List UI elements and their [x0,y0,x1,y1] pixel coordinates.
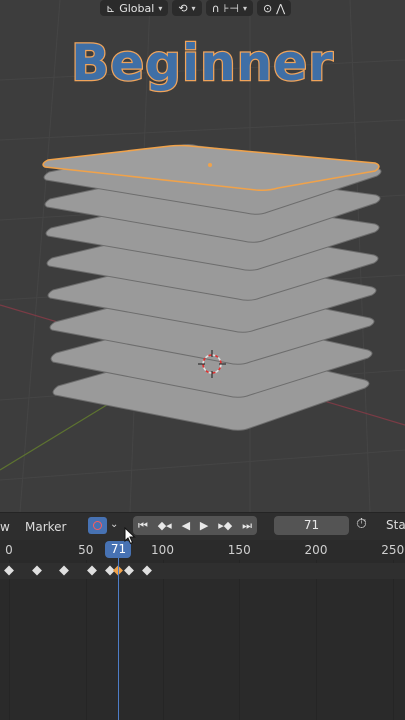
snapping-controls[interactable]: ∩ ⊦⊣ ▾ [205,0,253,16]
mouse-pointer-icon [124,527,136,545]
ruler-tick-label: 200 [304,543,328,557]
overlay-title: Beginner [70,33,334,94]
menu-marker[interactable]: Marker [25,520,66,534]
falloff-icon: ⋀ [276,1,286,15]
chevron-down-icon: ⌄ [110,519,119,530]
frame-grid-line [316,560,317,720]
frame-grid-line [392,560,394,720]
pivot-icon: ⟲ [178,1,188,15]
transform-orientation-dropdown[interactable]: ⊾ Global ▾ [100,0,169,16]
frame-grid-line [239,560,241,720]
frame-grid-line [85,560,87,720]
ruler-tick-label: 100 [151,543,174,557]
stopwatch-icon[interactable]: ⏱ [356,516,367,532]
chevron-down-icon: ▾ [158,3,163,13]
proportional-editing-controls[interactable]: ⊙ ⋀ [256,0,292,16]
snap-increment-icon: ⊦⊣ [223,1,239,15]
jump-end-icon[interactable]: ⏭ [242,519,252,533]
proportional-editing-icon: ⊙ [262,1,273,15]
current-frame-field[interactable]: 71 [274,516,349,535]
viewport-header: ⊾ Global ▾ ⟲ ▾ ∩ ⊦⊣ ▾ ⊙ ⋀ [100,0,292,16]
next-keyframe-icon[interactable]: ▸◆ [218,519,232,532]
auto-keying-options-dropdown[interactable]: ⌄ [110,519,118,530]
start-frame-label[interactable]: Sta [386,518,405,532]
frame-ruler[interactable] [0,540,405,560]
menu-view[interactable]: w [0,520,10,534]
prev-keyframe-icon[interactable]: ◆◂ [158,519,172,532]
jump-start-icon[interactable]: ⏮ [138,519,148,533]
playback-controls: ⏮ ◆◂ ◀ ▶ ▸◆ ⏭ [133,516,257,535]
play-icon[interactable]: ▶ [200,519,208,532]
play-reverse-icon[interactable]: ◀ [182,519,190,532]
snap-icon: ∩ [211,1,220,15]
frame-grid-line [162,560,164,720]
object-origin [208,163,212,167]
ruler-tick-label: 50 [78,543,94,557]
orientation-icon: ⊾ [106,1,116,15]
ruler-tick-label: 150 [227,543,251,557]
playhead-line[interactable] [117,558,119,720]
keyframe-area[interactable] [0,560,405,720]
orientation-label: Global [119,1,155,15]
frame-grid-line [9,560,10,720]
ruler-tick-label: 0 [5,543,13,557]
chevron-down-icon: ▾ [242,3,247,13]
chevron-down-icon: ▾ [191,3,196,13]
ruler-tick-label: 250 [381,543,405,557]
pivot-point-dropdown[interactable]: ⟲ ▾ [172,0,202,16]
record-icon [93,521,102,530]
plane-stack [43,144,382,431]
3d-viewport[interactable]: ⊾ Global ▾ ⟲ ▾ ∩ ⊦⊣ ▾ ⊙ ⋀ Beginner [0,0,405,512]
auto-keying-button[interactable] [88,517,107,534]
